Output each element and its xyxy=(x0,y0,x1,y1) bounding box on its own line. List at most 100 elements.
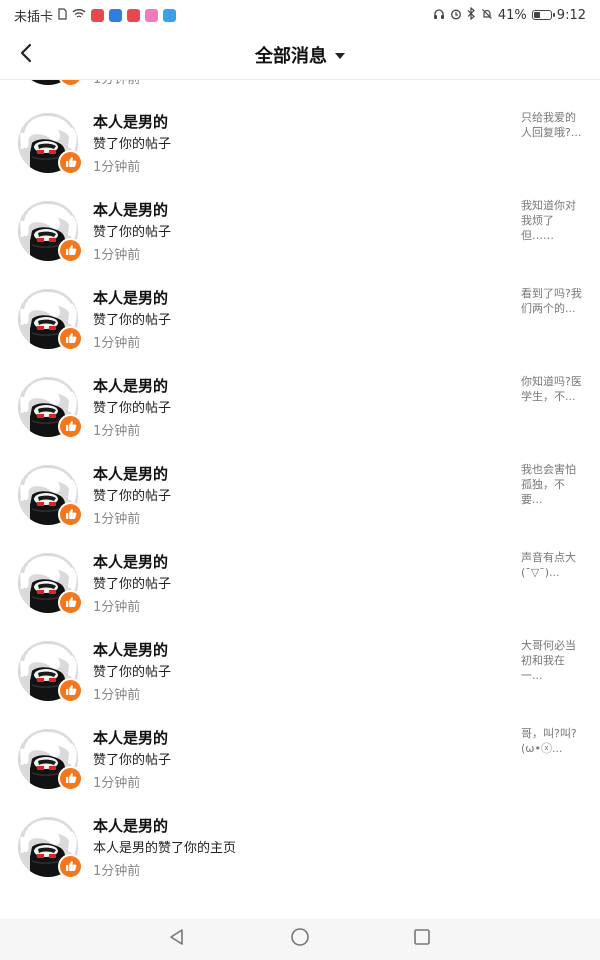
user-name[interactable]: 本人是男的 xyxy=(93,727,168,748)
page-title: 全部消息 xyxy=(255,45,327,67)
like-badge xyxy=(58,414,83,439)
message-item[interactable]: 本人是男的 赞了你的帖子 1分钟前 真的没人爱，... xyxy=(0,80,600,98)
timestamp: 1分钟前 xyxy=(93,424,141,439)
action-text: 赞了你的帖子 xyxy=(93,313,172,328)
thumbs-up-icon xyxy=(65,241,77,260)
action-text: 赞了你的帖子 xyxy=(93,577,172,592)
message-item[interactable]: 本人是男的 赞了你的帖子 1分钟前 你知道吗?医学生，不... xyxy=(0,362,600,450)
user-name[interactable]: 本人是男的 xyxy=(93,199,168,220)
action-text: 本人是男的赞了你的主页 xyxy=(93,841,237,856)
like-badge xyxy=(58,766,83,791)
action-text: 赞了你的帖子 xyxy=(93,225,172,240)
user-name[interactable]: 本人是男的 xyxy=(93,639,168,660)
message-list-viewport[interactable]: 本人是男的 赞了你的帖子 1分钟前 真的没人爱，... 本人是男的 xyxy=(0,80,600,918)
post-preview[interactable]: 声音有点大(ˉ▽ˉ)... xyxy=(521,550,583,580)
message-filter-dropdown[interactable]: 全部消息 xyxy=(255,42,345,68)
user-name[interactable]: 本人是男的 xyxy=(93,287,168,308)
message-item[interactable]: 本人是男的 赞了你的帖子 1分钟前 我也会害怕孤独，不要... xyxy=(0,450,600,538)
system-nav-bar xyxy=(0,918,600,960)
user-name[interactable]: 本人是男的 xyxy=(93,815,168,836)
app-notification-icon-1 xyxy=(91,8,105,22)
action-text: 赞了你的帖子 xyxy=(93,665,172,680)
sim-icon xyxy=(58,7,67,23)
message-item[interactable]: 本人是男的 赞了你的帖子 1分钟前 哥，叫?叫?(ω•ⓧ... xyxy=(0,714,600,802)
thumbs-up-icon xyxy=(65,80,77,84)
like-badge xyxy=(58,80,83,87)
message-item[interactable]: 本人是男的 赞了你的帖子 1分钟前 声音有点大(ˉ▽ˉ)... xyxy=(0,538,600,626)
alarm-icon xyxy=(450,8,462,23)
battery-icon xyxy=(531,10,555,20)
post-preview[interactable]: 我知道你对我烦了但…… xyxy=(521,198,583,243)
timestamp: 1分钟前 xyxy=(93,248,141,263)
thumbs-up-icon xyxy=(65,857,77,876)
post-preview[interactable]: 大哥何必当初和我在一... xyxy=(521,638,583,683)
action-text: 赞了你的帖子 xyxy=(93,401,172,416)
post-preview[interactable]: 我也会害怕孤独，不要... xyxy=(521,462,583,507)
app-notification-icon-3 xyxy=(127,8,141,22)
post-preview[interactable]: 看到了吗?我们两个的... xyxy=(521,286,583,316)
nav-home-icon xyxy=(290,927,310,951)
app-notification-icon-5 xyxy=(163,8,177,22)
timestamp: 1分钟前 xyxy=(93,336,141,351)
nav-home-button[interactable] xyxy=(289,928,311,950)
timestamp: 1分钟前 xyxy=(93,688,141,703)
like-badge xyxy=(58,678,83,703)
timestamp: 1分钟前 xyxy=(93,80,140,87)
message-item[interactable]: 本人是男的 赞了你的帖子 1分钟前 我知道你对我烦了但…… xyxy=(0,186,600,274)
user-name[interactable]: 本人是男的 xyxy=(93,375,168,396)
user-name[interactable]: 本人是男的 xyxy=(93,551,168,572)
mute-icon xyxy=(481,8,493,23)
like-badge xyxy=(58,590,83,615)
message-list: 本人是男的 赞了你的帖子 1分钟前 真的没人爱，... 本人是男的 xyxy=(0,80,600,890)
thumbs-up-icon xyxy=(65,505,77,524)
thumbs-up-icon xyxy=(65,329,77,348)
carrier-text: 未插卡 xyxy=(14,9,54,25)
status-bar: 未插卡 41% 9:12 xyxy=(0,0,600,30)
timestamp: 1分钟前 xyxy=(93,600,141,615)
back-button[interactable] xyxy=(10,39,42,71)
nav-recents-button[interactable] xyxy=(411,928,433,950)
app-notification-icon-4 xyxy=(145,8,159,22)
action-text: 赞了你的帖子 xyxy=(93,489,172,504)
thumbs-up-icon xyxy=(65,769,77,788)
timestamp: 1分钟前 xyxy=(93,864,141,879)
bluetooth-icon xyxy=(467,6,476,23)
header-title-wrap: 全部消息 xyxy=(0,30,600,79)
top-app-bar: 全部消息 xyxy=(0,30,600,80)
back-arrow-icon xyxy=(19,43,33,67)
app-notification-icon-2 xyxy=(109,8,123,22)
like-badge xyxy=(58,502,83,527)
headphone-icon xyxy=(433,8,445,23)
user-name[interactable]: 本人是男的 xyxy=(93,111,168,132)
battery-fill xyxy=(533,12,540,18)
thumbs-up-icon xyxy=(65,153,77,172)
nav-back-icon xyxy=(168,928,186,950)
nav-back-button[interactable] xyxy=(166,928,188,950)
status-right: 41% 9:12 xyxy=(433,6,586,23)
thumbs-up-icon xyxy=(65,417,77,436)
battery-percent: 41% xyxy=(497,7,527,23)
action-text: 赞了你的帖子 xyxy=(93,753,172,768)
clock-time: 9:12 xyxy=(556,7,586,23)
message-item[interactable]: 本人是男的 本人是男的赞了你的主页 1分钟前 xyxy=(0,802,600,890)
status-left: 未插卡 xyxy=(14,6,177,25)
post-preview[interactable]: 哥，叫?叫?(ω•ⓧ... xyxy=(521,726,583,756)
caret-down-icon xyxy=(335,52,345,59)
message-item[interactable]: 本人是男的 赞了你的帖子 1分钟前 看到了吗?我们两个的... xyxy=(0,274,600,362)
like-badge xyxy=(58,150,83,175)
thumbs-up-icon xyxy=(65,593,77,612)
timestamp: 1分钟前 xyxy=(93,160,141,175)
like-badge xyxy=(58,238,83,263)
timestamp: 1分钟前 xyxy=(93,512,141,527)
timestamp: 1分钟前 xyxy=(93,776,141,791)
message-item[interactable]: 本人是男的 赞了你的帖子 1分钟前 只给我爱的人回复哦?... xyxy=(0,98,600,186)
thumbs-up-icon xyxy=(65,681,77,700)
wifi-icon xyxy=(72,8,86,22)
message-item[interactable]: 本人是男的 赞了你的帖子 1分钟前 大哥何必当初和我在一... xyxy=(0,626,600,714)
user-name[interactable]: 本人是男的 xyxy=(93,463,168,484)
post-preview[interactable]: 只给我爱的人回复哦?... xyxy=(521,110,583,140)
nav-recents-icon xyxy=(413,928,431,950)
like-badge xyxy=(58,854,83,879)
like-badge xyxy=(58,326,83,351)
post-preview[interactable]: 你知道吗?医学生，不... xyxy=(521,374,583,404)
